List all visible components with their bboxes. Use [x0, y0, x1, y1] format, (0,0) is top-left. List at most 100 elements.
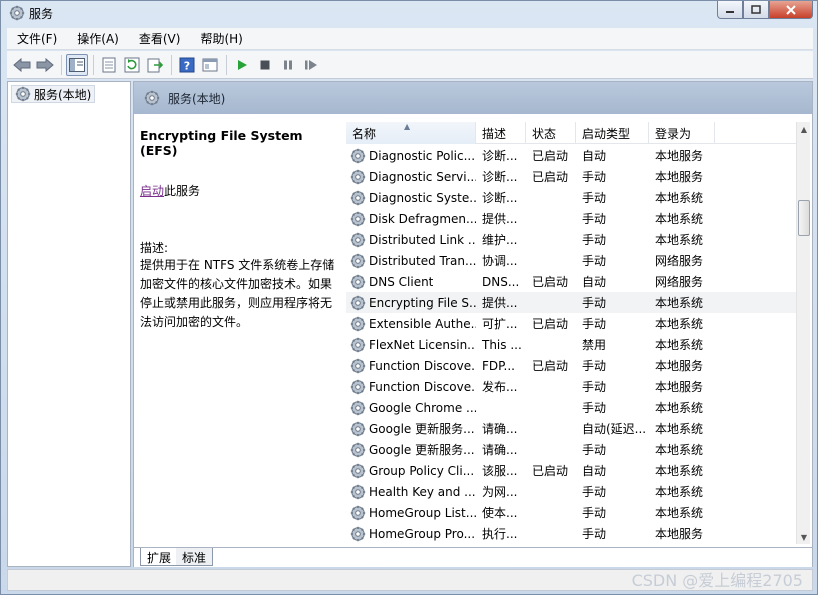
table-row[interactable]: FlexNet Licensin... This ... 禁用 本地系统: [346, 334, 796, 355]
table-row[interactable]: Health Key and ... 为网... 手动 本地系统: [346, 481, 796, 502]
service-startup-cell: 手动: [582, 401, 607, 415]
table-row[interactable]: Diagnostic Polic... 诊断... 已启动 自动 本地服务: [346, 145, 796, 166]
toolbar: ?: [7, 51, 813, 79]
service-desc-cell: This ...: [482, 337, 522, 352]
menu-view[interactable]: 查看(V): [129, 30, 191, 47]
start-service-link[interactable]: 启动: [140, 184, 164, 198]
service-gear-icon: [350, 463, 366, 479]
toolbar-separator: [171, 54, 172, 75]
service-name-cell: DNS Client: [346, 274, 476, 290]
view-button[interactable]: [199, 54, 221, 76]
services-gear-icon: [15, 86, 31, 102]
service-gear-icon: [350, 253, 366, 269]
scroll-up-icon[interactable]: ▲: [797, 122, 810, 136]
list-rows: Diagnostic Polic... 诊断... 已启动 自动 本地服务 Diagnos…: [346, 145, 796, 544]
service-logon-cell: 本地系统: [655, 485, 704, 499]
table-row[interactable]: Encrypting File S... 提供... 手动 本地系统: [346, 292, 796, 313]
window-title: 服务: [29, 7, 54, 21]
service-name: HomeGroup Pro...: [369, 526, 476, 541]
table-row[interactable]: Function Discove... 发布... 手动 本地服务: [346, 376, 796, 397]
vertical-scrollbar[interactable]: ▲ ▼: [796, 122, 810, 544]
close-button[interactable]: [769, 1, 813, 19]
table-row[interactable]: HomeGroup Pro... 执行... 手动 本地服务: [346, 523, 796, 544]
service-logon-cell: 本地系统: [655, 464, 704, 478]
tab-extended[interactable]: 扩展: [140, 548, 178, 566]
service-gear-icon: [350, 232, 366, 248]
menu-file[interactable]: 文件(F): [7, 30, 67, 47]
refresh-button[interactable]: [121, 54, 143, 76]
table-row[interactable]: Disk Defragmen... 提供... 手动 本地系统: [346, 208, 796, 229]
service-name: HomeGroup List...: [369, 505, 476, 520]
column-header-name[interactable]: ▲ 名称: [346, 122, 476, 144]
column-header-log-on-as[interactable]: 登录为: [649, 122, 715, 144]
service-startup-cell: 手动: [582, 233, 607, 247]
pane-header: 服务(本地): [134, 82, 812, 114]
table-row[interactable]: Function Discove... FDP... 已启动 手动 本地服务: [346, 355, 796, 376]
back-button[interactable]: [11, 54, 33, 76]
pause-service-button[interactable]: [277, 54, 299, 76]
service-logon-cell: 本地系统: [655, 317, 704, 331]
service-desc-cell: 协调...: [482, 254, 518, 268]
service-startup-cell: 手动: [582, 296, 607, 310]
table-row[interactable]: Google 更新服务... 请确... 自动(延迟... 本地系统: [346, 418, 796, 439]
minimize-button[interactable]: [717, 1, 743, 19]
service-name: Diagnostic Syste...: [369, 190, 476, 205]
menu-help[interactable]: 帮助(H): [190, 30, 252, 47]
service-startup-cell: 手动: [582, 380, 607, 394]
help-icon: ?: [179, 57, 195, 72]
maximize-icon: [751, 4, 761, 14]
service-desc-cell: 为网...: [482, 485, 518, 499]
column-header-status[interactable]: 状态: [526, 122, 576, 144]
table-row[interactable]: Diagnostic Servi... 诊断... 已启动 手动 本地服务: [346, 166, 796, 187]
scroll-thumb[interactable]: [798, 200, 810, 236]
service-startup-cell: 自动: [582, 464, 607, 478]
service-gear-icon: [350, 484, 366, 500]
table-row[interactable]: Distributed Link ... 维护... 手动 本地系统: [346, 229, 796, 250]
service-desc-cell: 该服...: [482, 464, 518, 478]
menu-action[interactable]: 操作(A): [67, 30, 129, 47]
service-startup-cell: 自动(延迟...: [582, 422, 647, 436]
service-gear-icon: [350, 316, 366, 332]
tab-standard[interactable]: 标准: [176, 548, 214, 566]
column-header-startup-type[interactable]: 启动类型: [576, 122, 649, 144]
table-row[interactable]: HomeGroup List... 使本... 手动 本地系统: [346, 502, 796, 523]
restart-service-button[interactable]: [300, 54, 322, 76]
title-bar[interactable]: 服务: [1, 1, 817, 27]
watermark: CSDN @爱上编程2705: [631, 571, 803, 590]
table-row[interactable]: Extensible Authe... 可扩... 已启动 手动 本地系统: [346, 313, 796, 334]
column-header-description[interactable]: 描述: [476, 122, 526, 144]
service-desc-cell: FDP...: [482, 358, 515, 373]
export-list-button[interactable]: [144, 54, 166, 76]
tree-item-services-local[interactable]: 服务(本地): [11, 85, 96, 103]
view-tabs: 扩展 标准: [134, 547, 812, 567]
service-status-cell: 已启动: [532, 275, 569, 289]
stop-icon: [260, 60, 270, 69]
scroll-down-icon[interactable]: ▼: [797, 530, 810, 544]
table-row[interactable]: Group Policy Cli... 该服... 已启动 自动 本地系统: [346, 460, 796, 481]
service-desc-cell: DNS...: [482, 274, 520, 289]
refresh-icon: [124, 57, 140, 72]
service-logon-cell: 本地系统: [655, 401, 704, 415]
table-row[interactable]: DNS Client DNS... 已启动 自动 网络服务: [346, 271, 796, 292]
service-status-cell: 已启动: [532, 359, 569, 373]
help-button[interactable]: ?: [176, 54, 198, 76]
table-row[interactable]: Diagnostic Syste... 诊断... 手动 本地系统: [346, 187, 796, 208]
show-console-tree-button[interactable]: [66, 53, 88, 76]
column-header-label: 登录为: [655, 126, 692, 141]
service-gear-icon: [350, 400, 366, 416]
table-row[interactable]: Distributed Tran... 协调... 手动 网络服务: [346, 250, 796, 271]
service-logon-cell: 本地系统: [655, 233, 704, 247]
service-logon-cell: 本地服务: [655, 527, 704, 541]
back-icon: [13, 57, 31, 72]
maximize-button[interactable]: [743, 1, 769, 19]
service-gear-icon: [350, 379, 366, 395]
forward-button[interactable]: [34, 54, 56, 76]
service-name: DNS Client: [369, 274, 434, 289]
view-icon: [202, 58, 218, 71]
table-row[interactable]: Google 更新服务... 请确... 手动 本地系统: [346, 439, 796, 460]
start-service-button[interactable]: [231, 54, 253, 76]
service-gear-icon: [350, 421, 366, 437]
table-row[interactable]: Google Chrome ... 手动 本地系统: [346, 397, 796, 418]
stop-service-button[interactable]: [254, 54, 276, 76]
properties-button[interactable]: [98, 54, 120, 76]
